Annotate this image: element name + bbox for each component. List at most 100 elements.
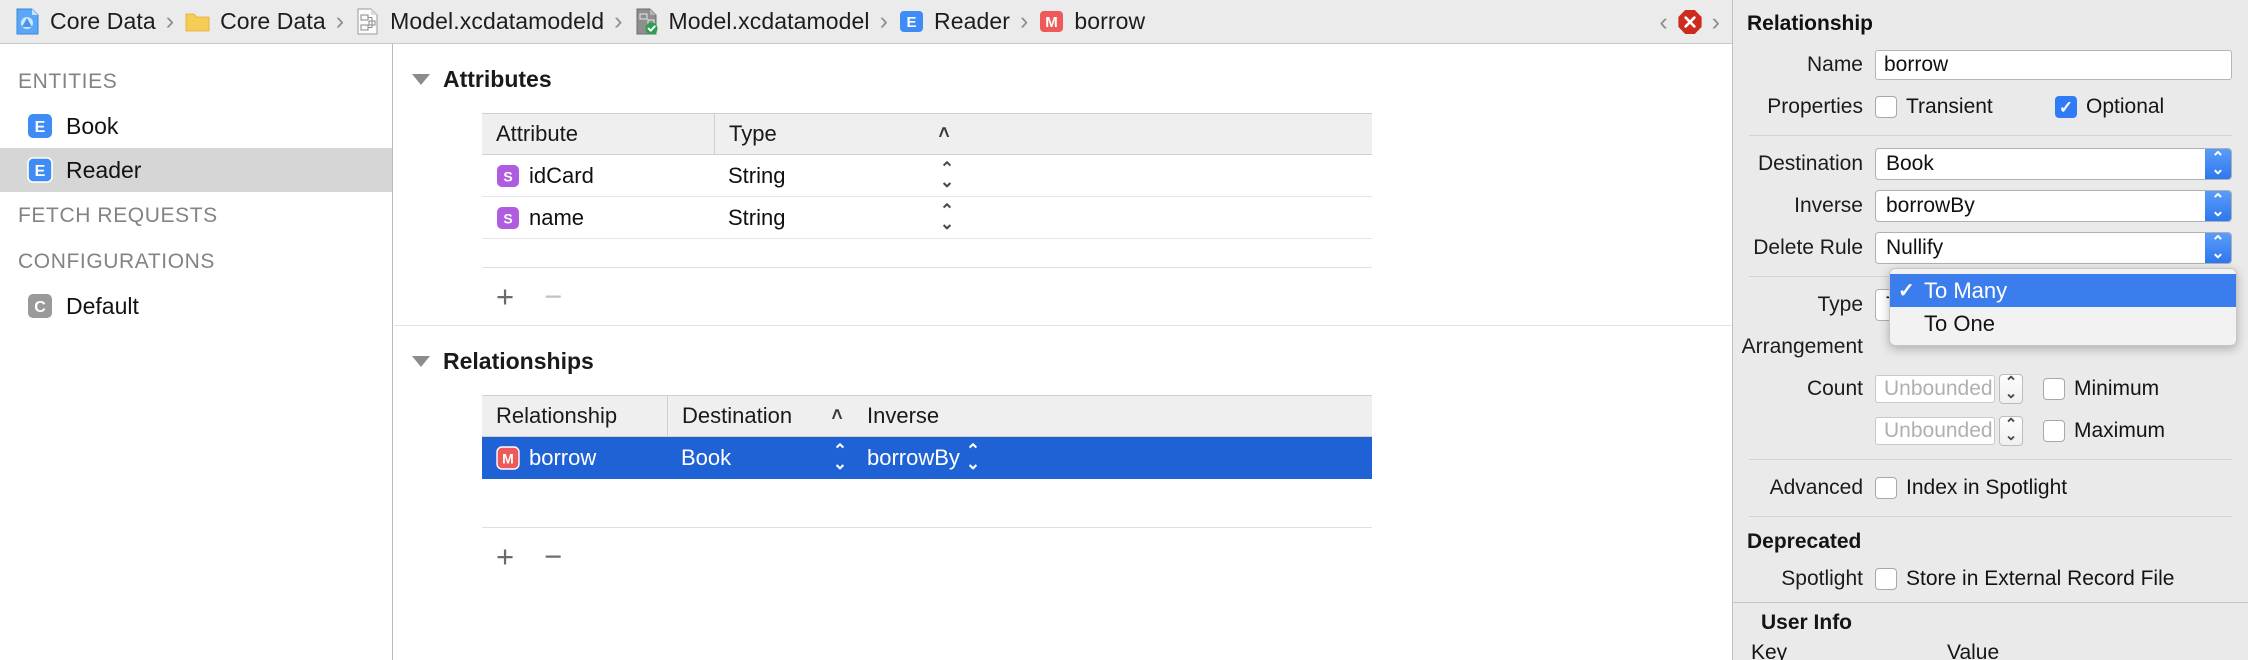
disclosure-triangle-icon[interactable] [412,74,430,85]
menu-item-to-one[interactable]: To One [1890,307,2236,340]
breadcrumb-item-label: borrow [1074,8,1146,34]
table-row[interactable]: M borrow Book ⌃ ⌄ borrowBy ⌃ ⌄ [482,437,1372,479]
inverse-label: Inverse [1794,194,1863,217]
column-header-type[interactable]: Type [714,114,904,154]
breadcrumb-item-label: Core Data [50,8,156,34]
relationship-inverse[interactable]: borrowBy [867,445,960,471]
folder-icon [185,13,210,32]
xcode-core-data-editor: Core Data › Core Data › Model.xcdatamode… [0,0,2248,660]
remove-attribute-button[interactable]: − [544,281,562,312]
type-popup-menu[interactable]: ✓ To Many To One [1889,268,2237,346]
entity-badge-icon: E [899,11,923,32]
disclosure-triangle-icon[interactable] [412,356,430,367]
type-stepper-icon[interactable]: ⌃ ⌄ [940,202,954,232]
inspector-divider [1749,135,2232,136]
svg-text:E: E [906,14,916,31]
relationships-section-title: Relationships [443,348,594,374]
deprecated-group-title: Deprecated [1747,530,1862,553]
table-row[interactable]: S idCard String ⌃ ⌄ [482,155,1372,197]
maximum-label: Maximum [2074,419,2166,442]
type-stepper-icon[interactable]: ⌃ ⌄ [940,160,954,190]
breadcrumb-separator: › [614,7,623,35]
model-editor: Attributes Attribute Type ˄ S idCard Str… [394,44,1732,660]
sidebar-item-reader[interactable]: E Reader [0,148,392,192]
name-input[interactable]: borrow [1875,50,2232,80]
destination-stepper-icon[interactable]: ⌃ ⌄ [833,442,847,472]
count-maximum-stepper[interactable]: ⌃ ⌄ [1999,416,2023,446]
inverse-stepper-icon[interactable]: ⌃ ⌄ [966,442,980,472]
destination-popup-button[interactable]: Book ⌃ ⌄ [1875,148,2232,180]
breadcrumb-item-label: Reader [933,8,1011,34]
maximum-checkbox[interactable] [2043,420,2065,442]
transient-label: Transient [1906,95,1993,118]
sidebar-item-book[interactable]: E Book [0,104,392,148]
nav-forward-button[interactable]: › [1712,9,1720,35]
column-header-relationship[interactable]: Relationship [482,396,667,436]
breadcrumb-item-entity[interactable]: E Reader [898,0,1010,44]
arrangement-label: Arrangement [1741,335,1863,358]
name-row: Name borrow [1733,44,2248,86]
jumpbar-navigation: ‹ › [1659,0,1720,44]
index-in-spotlight-checkbox[interactable] [1875,477,1897,499]
svg-text:E: E [35,163,46,180]
attribute-badge-icon: S [497,206,519,229]
sidebar-item-label: Default [66,292,139,319]
column-header-inverse[interactable]: Inverse [859,396,1039,436]
inverse-popup-button[interactable]: borrowBy ⌃ ⌄ [1875,190,2232,222]
delete-rule-value: Nullify [1886,236,1944,259]
column-header-attribute[interactable]: Attribute [482,114,714,154]
spotlight-label: Spotlight [1781,567,1863,590]
attributes-section-header[interactable]: Attributes [394,44,1732,93]
minimum-label: Minimum [2074,377,2160,400]
entity-badge-icon: E [28,114,52,138]
user-info-column-key: Key [1751,641,1788,660]
error-badge-icon[interactable] [1677,9,1703,35]
count-minimum-input[interactable]: Unbounded [1875,375,1995,403]
count-minimum-row: Count Unbounded ⌃ ⌄ Minimum [1733,368,2248,410]
relationships-table-footer: + − [482,527,1372,585]
user-info-section: User Info Key Value [1733,602,2248,660]
count-maximum-row: Unbounded ⌃ ⌄ Maximum [1733,410,2248,452]
menu-item-label: To One [1924,310,1995,336]
relationships-section-header[interactable]: Relationships [394,326,1732,375]
sidebar-group-entities-title: ENTITIES [18,70,118,93]
breadcrumb-item-project[interactable]: Core Data [14,0,156,44]
breadcrumb-item-xcdatamodel[interactable]: Model.xcdatamodel [633,0,870,44]
inspector-divider [1749,459,2232,460]
sort-ascending-icon: ˄ [938,123,950,144]
entities-sidebar: ENTITIES E Book E Reader FETCH REQUESTS … [0,44,393,660]
chevron-updown-icon: ⌃⌄ [2205,233,2231,263]
relationship-destination[interactable]: Book [667,437,815,478]
destination-value: Book [1886,152,1934,175]
add-attribute-button[interactable]: + [496,281,514,312]
nav-back-button[interactable]: ‹ [1659,9,1667,35]
optional-checkbox[interactable] [2055,96,2077,118]
delete-rule-popup-button[interactable]: Nullify ⌃ ⌄ [1875,232,2232,264]
store-external-checkbox[interactable] [1875,568,1897,590]
svg-text:S: S [503,210,512,226]
count-maximum-input[interactable]: Unbounded [1875,417,1995,445]
breadcrumb-item-folder[interactable]: Core Data [184,0,326,44]
sidebar-item-default[interactable]: C Default [0,284,392,328]
svg-text:M: M [1046,14,1059,31]
column-header-destination[interactable]: Destination [667,396,815,436]
inverse-row: Inverse borrowBy ⌃ ⌄ [1733,185,2248,227]
breadcrumb-item-label: Model.xcdatamodeld [390,8,605,34]
properties-label: Properties [1767,95,1863,118]
attribute-type[interactable]: String [714,155,904,196]
relationships-table-header: Relationship Destination ˄ Inverse [482,395,1372,437]
spotlight-row: Spotlight Store in External Record File [1733,558,2248,600]
breadcrumb-separator: › [335,7,345,35]
count-minimum-stepper[interactable]: ⌃ ⌄ [1999,374,2023,404]
table-row[interactable]: S name String ⌃ ⌄ [482,197,1372,239]
remove-relationship-button[interactable]: − [544,541,562,572]
breadcrumb-separator: › [879,7,888,35]
menu-item-to-many[interactable]: ✓ To Many [1890,274,2236,307]
breadcrumb-item-xcdatamodeld[interactable]: Model.xcdatamodeld [354,0,604,44]
breadcrumb-item-relationship[interactable]: M borrow [1038,0,1145,44]
minimum-checkbox[interactable] [2043,378,2065,400]
transient-checkbox[interactable] [1875,96,1897,118]
add-relationship-button[interactable]: + [496,541,514,572]
attributes-section-title: Attributes [443,66,552,92]
attribute-type[interactable]: String [714,197,904,238]
